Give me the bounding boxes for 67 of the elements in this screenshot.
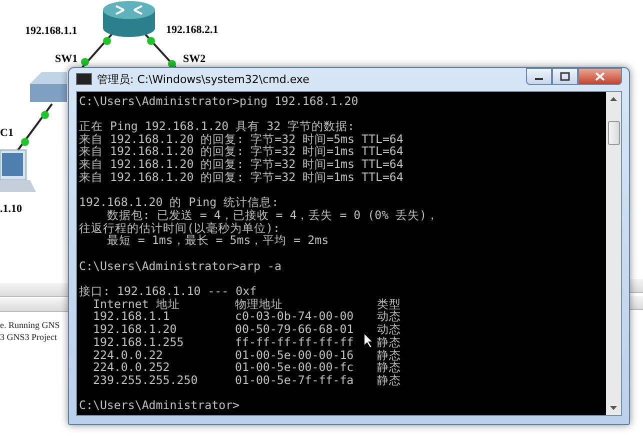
console-icon	[76, 73, 92, 86]
console-line: 正在 Ping 192.168.1.20 具有 32 字节的数据:	[79, 120, 356, 133]
console-line: 来自 192.168.1.20 的回复: 字节=32 时间=1ms TTL=64	[79, 145, 404, 158]
table-cell: 224.0.0.252	[93, 361, 170, 374]
link-dot-icon	[168, 60, 176, 68]
mouse-cursor-icon	[363, 332, 373, 348]
close-icon	[595, 72, 605, 81]
console-line: 来自 192.168.1.20 的回复: 字节=32 时间=1ms TTL=64	[79, 170, 404, 184]
panel-header-bar	[630, 296, 643, 310]
console-line: C:\Users\Administrator>	[79, 399, 241, 412]
link-dot-icon	[21, 138, 29, 146]
panel-header-bar	[0, 283, 68, 297]
scroll-thumb[interactable]	[608, 120, 620, 144]
table-cell: 动态	[377, 310, 401, 324]
ip-label: 192.168.1.1	[25, 25, 78, 37]
table-cell: 静态	[377, 348, 401, 362]
column-header: 物理地址	[235, 298, 283, 310]
table-cell: 动态	[377, 323, 401, 336]
router-icon[interactable]	[103, 1, 155, 37]
panel-header-bar	[630, 279, 643, 293]
link-line	[144, 33, 177, 69]
table-cell: 01-00-5e-00-00-fc	[235, 361, 354, 374]
log-line: 3 GNS3 Project	[0, 332, 57, 342]
console-line: 数据包: 已发送 = 4，已接收 = 4，丢失 = 0 (0% 丢失)，	[106, 208, 440, 222]
switch-label: SW1	[55, 53, 78, 65]
console-line: 来自 192.168.1.20 的回复: 字节=32 时间=5ms TTL=64	[79, 132, 404, 146]
link-dot-icon	[147, 37, 155, 45]
window-title: 管理员: C:\Windows\system32\cmd.exe	[97, 72, 310, 87]
laptop-icon[interactable]	[0, 150, 36, 192]
table-cell: 192.168.1.1	[93, 310, 170, 324]
table-cell: 01-00-5e-7f-ff-fa	[235, 374, 354, 387]
ip-label: .1.10	[0, 203, 22, 215]
close-button[interactable]	[578, 68, 622, 85]
maximize-icon	[560, 72, 570, 81]
console-line: 往返行程的估计时间(以毫秒为单位):	[79, 222, 281, 234]
link-dot-icon	[41, 111, 49, 119]
table-cell: c0-03-0b-74-00-00	[235, 310, 354, 324]
console-line: C:\Users\Administrator>arp -a	[79, 260, 282, 272]
column-header: Internet 地址	[93, 298, 180, 310]
table-cell: 192.168.1.255	[93, 336, 184, 348]
table-cell: 静态	[377, 374, 401, 387]
console-line: 接口: 192.168.1.10 --- 0xf	[79, 284, 258, 298]
link-dot-icon	[81, 58, 89, 66]
table-cell: 静态	[377, 361, 401, 374]
table-cell: 00-50-79-66-68-01	[235, 323, 354, 336]
table-cell: 239.255.255.250	[93, 374, 198, 387]
log-line: e. Running GNS	[0, 320, 60, 330]
console-line: 来自 192.168.1.20 的回复: 字节=32 时间=1ms TTL=64	[79, 158, 404, 171]
scrollbar[interactable]	[606, 92, 621, 415]
host-label: C1	[0, 127, 14, 139]
table-cell: ff-ff-ff-ff-ff-ff	[235, 336, 354, 348]
link-dot-icon	[103, 37, 111, 45]
table-cell: 静态	[377, 336, 401, 348]
console-line: C:\Users\Administrator>ping 192.168.1.20	[79, 94, 360, 108]
switch-label: SW2	[183, 53, 206, 65]
column-header: 类型	[377, 298, 401, 310]
panel-header-bar	[0, 298, 68, 312]
link-line	[17, 103, 53, 151]
table-cell: 192.168.1.20	[93, 323, 177, 336]
switch-icon[interactable]	[30, 72, 67, 102]
table-cell: 01-00-5e-00-00-16	[235, 348, 354, 362]
minimize-button[interactable]	[526, 68, 552, 85]
maximize-button[interactable]	[552, 68, 578, 85]
ip-label: 192.168.2.1	[166, 24, 218, 36]
table-cell: 224.0.0.22	[93, 348, 163, 362]
console-line: 192.168.1.20 的 Ping 统计信息:	[79, 196, 280, 209]
console-line: 最短 = 1ms，最长 = 5ms，平均 = 2ms	[106, 234, 330, 247]
